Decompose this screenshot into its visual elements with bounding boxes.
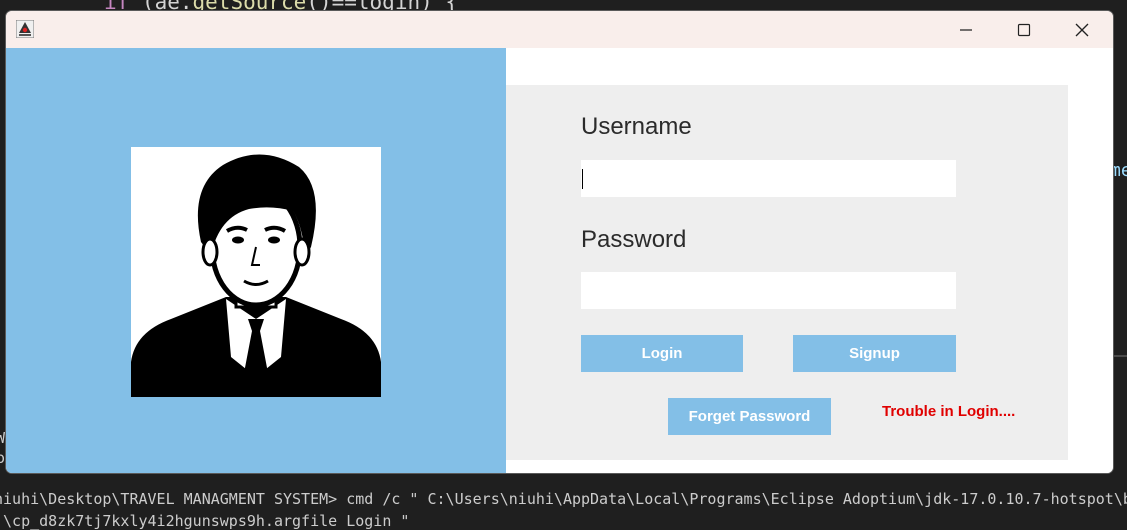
login-button[interactable]: Login bbox=[581, 335, 743, 372]
left-image-panel bbox=[6, 48, 506, 473]
terminal-line: niuhi\Desktop\TRAVEL MANAGMENT SYSTEM> c… bbox=[0, 490, 1127, 508]
signup-button[interactable]: Signup bbox=[793, 335, 956, 372]
text-caret bbox=[582, 169, 583, 189]
terminal-line: )\cp_d8zk7tj7kxly4i2hgunswps9h.argfile L… bbox=[0, 512, 410, 530]
trouble-login-link[interactable]: Trouble in Login.... bbox=[882, 403, 1015, 420]
background-divider bbox=[1112, 355, 1127, 357]
username-field[interactable] bbox=[581, 160, 956, 197]
maximize-button[interactable] bbox=[995, 11, 1053, 48]
login-window: Username Password Login Signup Forget Pa… bbox=[6, 11, 1113, 473]
close-button[interactable] bbox=[1053, 11, 1111, 48]
minimize-button[interactable] bbox=[937, 11, 995, 48]
window-titlebar[interactable] bbox=[6, 11, 1113, 48]
username-label: Username bbox=[581, 113, 692, 140]
close-icon bbox=[1075, 23, 1089, 36]
minimize-icon bbox=[960, 28, 972, 31]
login-form: Username Password Login Signup Forget Pa… bbox=[506, 85, 1068, 460]
password-field[interactable] bbox=[581, 272, 956, 309]
right-panel: Username Password Login Signup Forget Pa… bbox=[506, 48, 1113, 473]
forget-password-button[interactable]: Forget Password bbox=[668, 398, 831, 435]
maximize-icon bbox=[1017, 23, 1031, 36]
user-avatar-illustration bbox=[131, 147, 381, 397]
java-duke-icon bbox=[16, 20, 34, 38]
background-left-chars: W o bbox=[0, 429, 6, 467]
password-label: Password bbox=[581, 226, 687, 253]
